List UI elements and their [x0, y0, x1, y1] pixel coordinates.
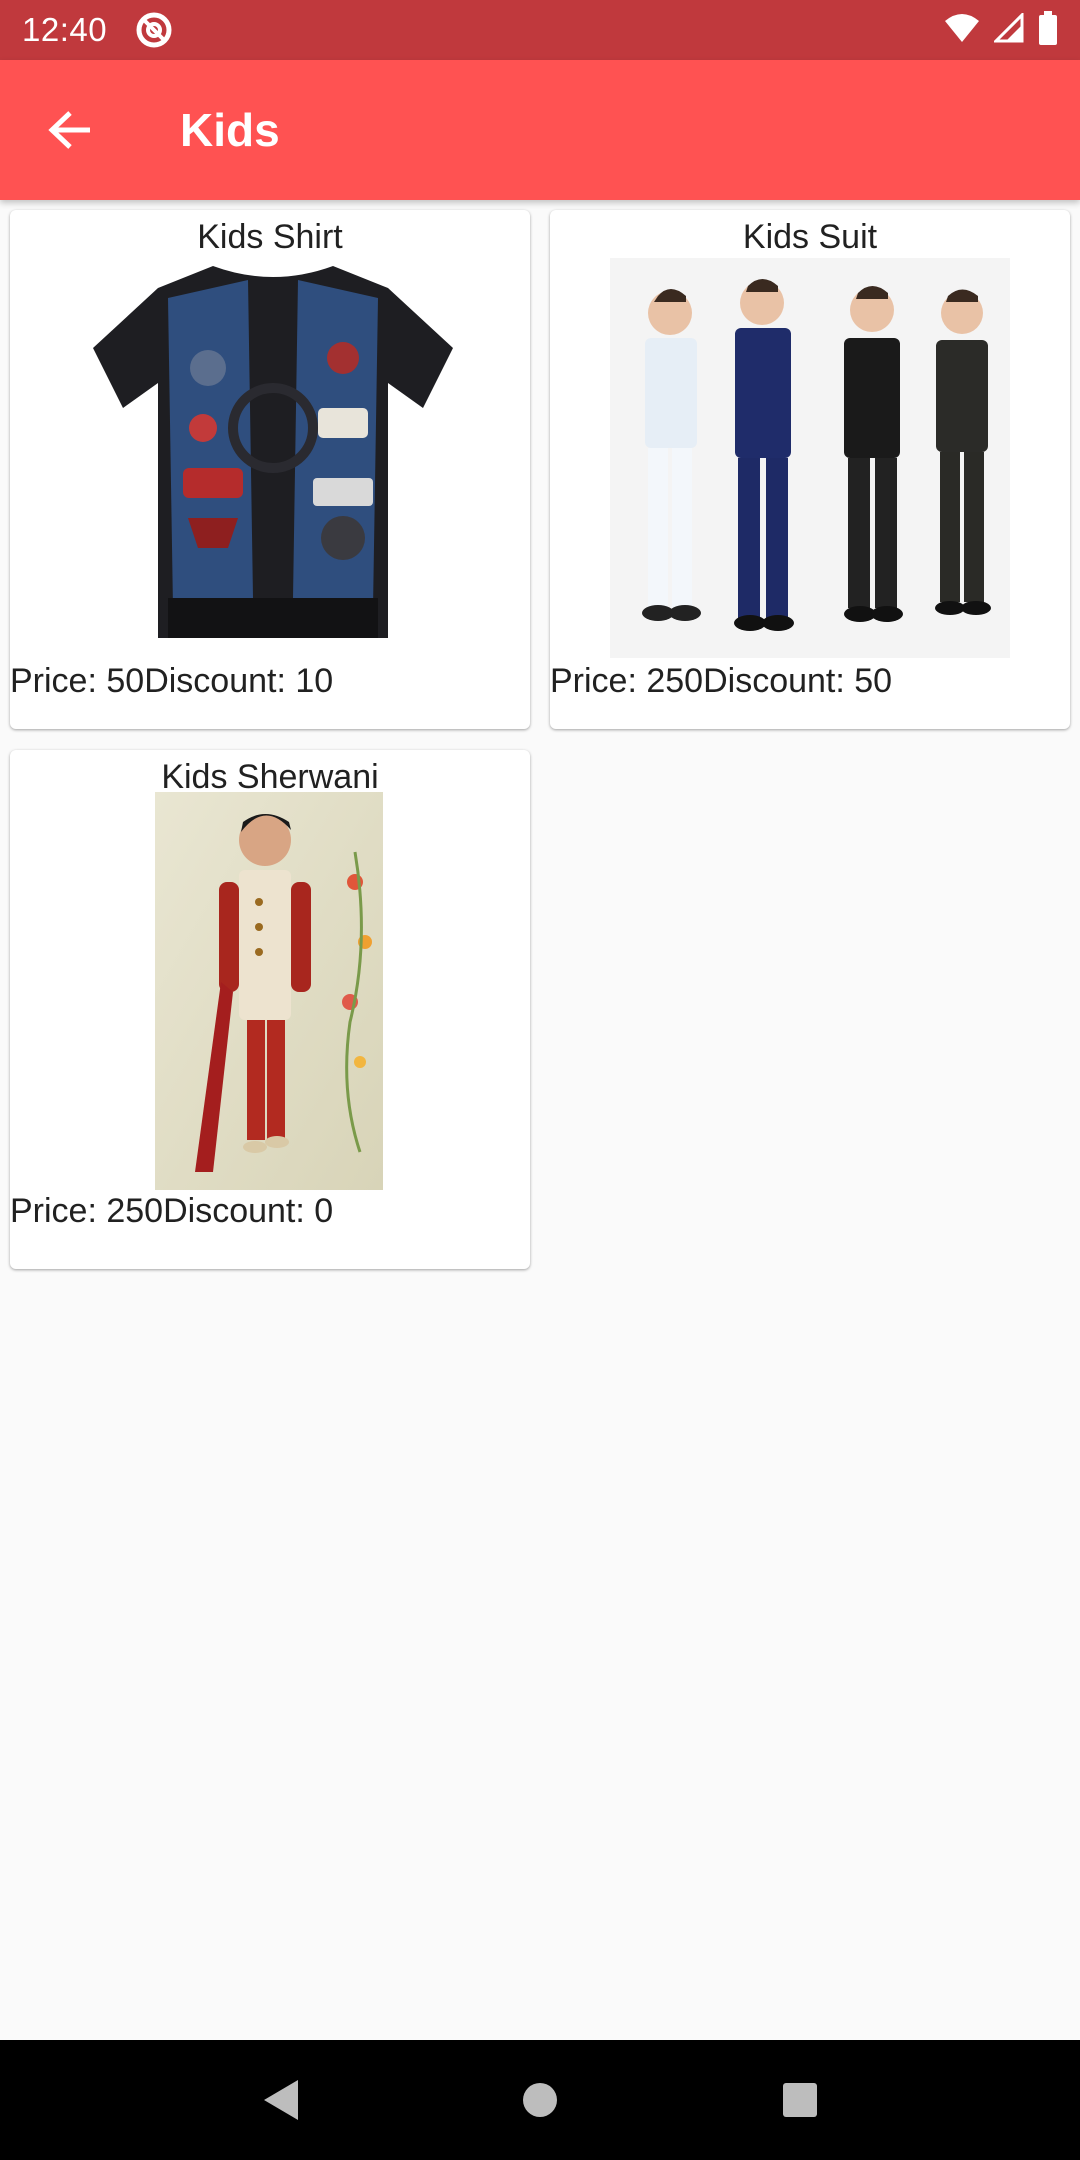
product-card-kids-sherwani[interactable]: Kids Sherwani Price: 250Discount: 0 [10, 750, 530, 1269]
page-title: Kids [180, 104, 280, 156]
arrow-back-icon [48, 111, 90, 149]
product-pricing: Price: 250Discount: 0 [10, 1192, 333, 1231]
status-bar: 12:40 [0, 0, 1080, 60]
product-price: Price: 50 [10, 662, 145, 700]
product-pricing: Price: 250Discount: 50 [550, 662, 892, 701]
nav-back-icon [264, 2080, 298, 2120]
product-image [88, 258, 458, 646]
product-card-kids-shirt[interactable]: Kids Shirt Price: 50Discount: 10 [10, 210, 530, 729]
product-name: Kids Shirt [197, 218, 343, 256]
product-price: Price: 250 [550, 662, 704, 700]
product-pricing: Price: 50Discount: 10 [10, 662, 333, 701]
notification-app-icon [135, 11, 173, 49]
product-image [155, 792, 383, 1190]
back-button[interactable] [0, 60, 140, 200]
signal-icon [992, 10, 1024, 48]
nav-home-button[interactable] [500, 2060, 580, 2140]
nav-recents-icon [783, 2083, 817, 2117]
product-discount: Discount: 0 [163, 1192, 334, 1230]
battery-icon [1038, 10, 1058, 50]
status-indicators [944, 10, 1058, 50]
product-discount: Discount: 50 [703, 662, 893, 700]
product-price: Price: 250 [10, 1192, 164, 1230]
nav-back-button[interactable] [240, 2060, 320, 2140]
product-card-kids-suit[interactable]: Kids Suit Price: 250Discount: 50 [550, 210, 1070, 729]
system-navigation-bar [0, 2040, 1080, 2160]
product-image [610, 258, 1010, 658]
nav-home-icon [523, 2083, 557, 2117]
nav-recents-button[interactable] [760, 2060, 840, 2140]
status-time: 12:40 [22, 11, 108, 48]
product-discount: Discount: 10 [144, 662, 334, 700]
product-name: Kids Suit [742, 218, 878, 256]
wifi-icon [944, 13, 980, 48]
app-bar: Kids [0, 60, 1080, 200]
